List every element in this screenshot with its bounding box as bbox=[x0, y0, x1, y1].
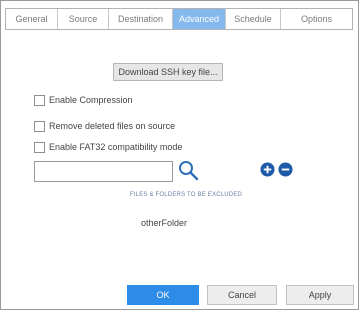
tab-advanced[interactable]: Advanced bbox=[173, 9, 226, 29]
exclude-search-input[interactable] bbox=[34, 161, 173, 182]
enable-compression-checkbox[interactable] bbox=[34, 94, 45, 106]
enable-compression-option[interactable]: Enable Compression bbox=[34, 94, 133, 106]
tab-options[interactable]: Options bbox=[281, 9, 352, 29]
search-icon[interactable] bbox=[177, 159, 201, 183]
download-ssh-key-button[interactable]: Download SSH key file... bbox=[113, 63, 223, 81]
minus-circle-icon[interactable] bbox=[278, 162, 293, 177]
cancel-button[interactable]: Cancel bbox=[207, 285, 277, 305]
enable-compression-label: Enable Compression bbox=[49, 95, 133, 105]
remove-deleted-files-checkbox[interactable] bbox=[34, 120, 45, 132]
apply-button[interactable]: Apply bbox=[286, 285, 354, 305]
remove-deleted-files-option[interactable]: Remove deleted files on source bbox=[34, 120, 175, 132]
tab-schedule[interactable]: Schedule bbox=[226, 9, 281, 29]
tab-bar: General Source Destination Advanced Sche… bbox=[5, 8, 353, 30]
backup-job-dialog: General Source Destination Advanced Sche… bbox=[0, 0, 359, 310]
tab-source[interactable]: Source bbox=[58, 9, 109, 29]
remove-deleted-files-label: Remove deleted files on source bbox=[49, 121, 176, 131]
excluded-item[interactable]: otherFolder bbox=[141, 218, 187, 228]
fat32-compatibility-label: Enable FAT32 compatibility mode bbox=[49, 142, 183, 152]
plus-circle-icon[interactable] bbox=[260, 162, 275, 177]
fat32-compatibility-checkbox[interactable] bbox=[34, 141, 45, 153]
fat32-compatibility-option[interactable]: Enable FAT32 compatibility mode bbox=[34, 141, 182, 153]
tab-destination[interactable]: Destination bbox=[109, 9, 173, 29]
ok-button[interactable]: OK bbox=[127, 285, 199, 305]
excluded-files-caption: FILES & FOLDERS TO BE EXCLUDED bbox=[129, 192, 243, 198]
tab-general[interactable]: General bbox=[6, 9, 58, 29]
